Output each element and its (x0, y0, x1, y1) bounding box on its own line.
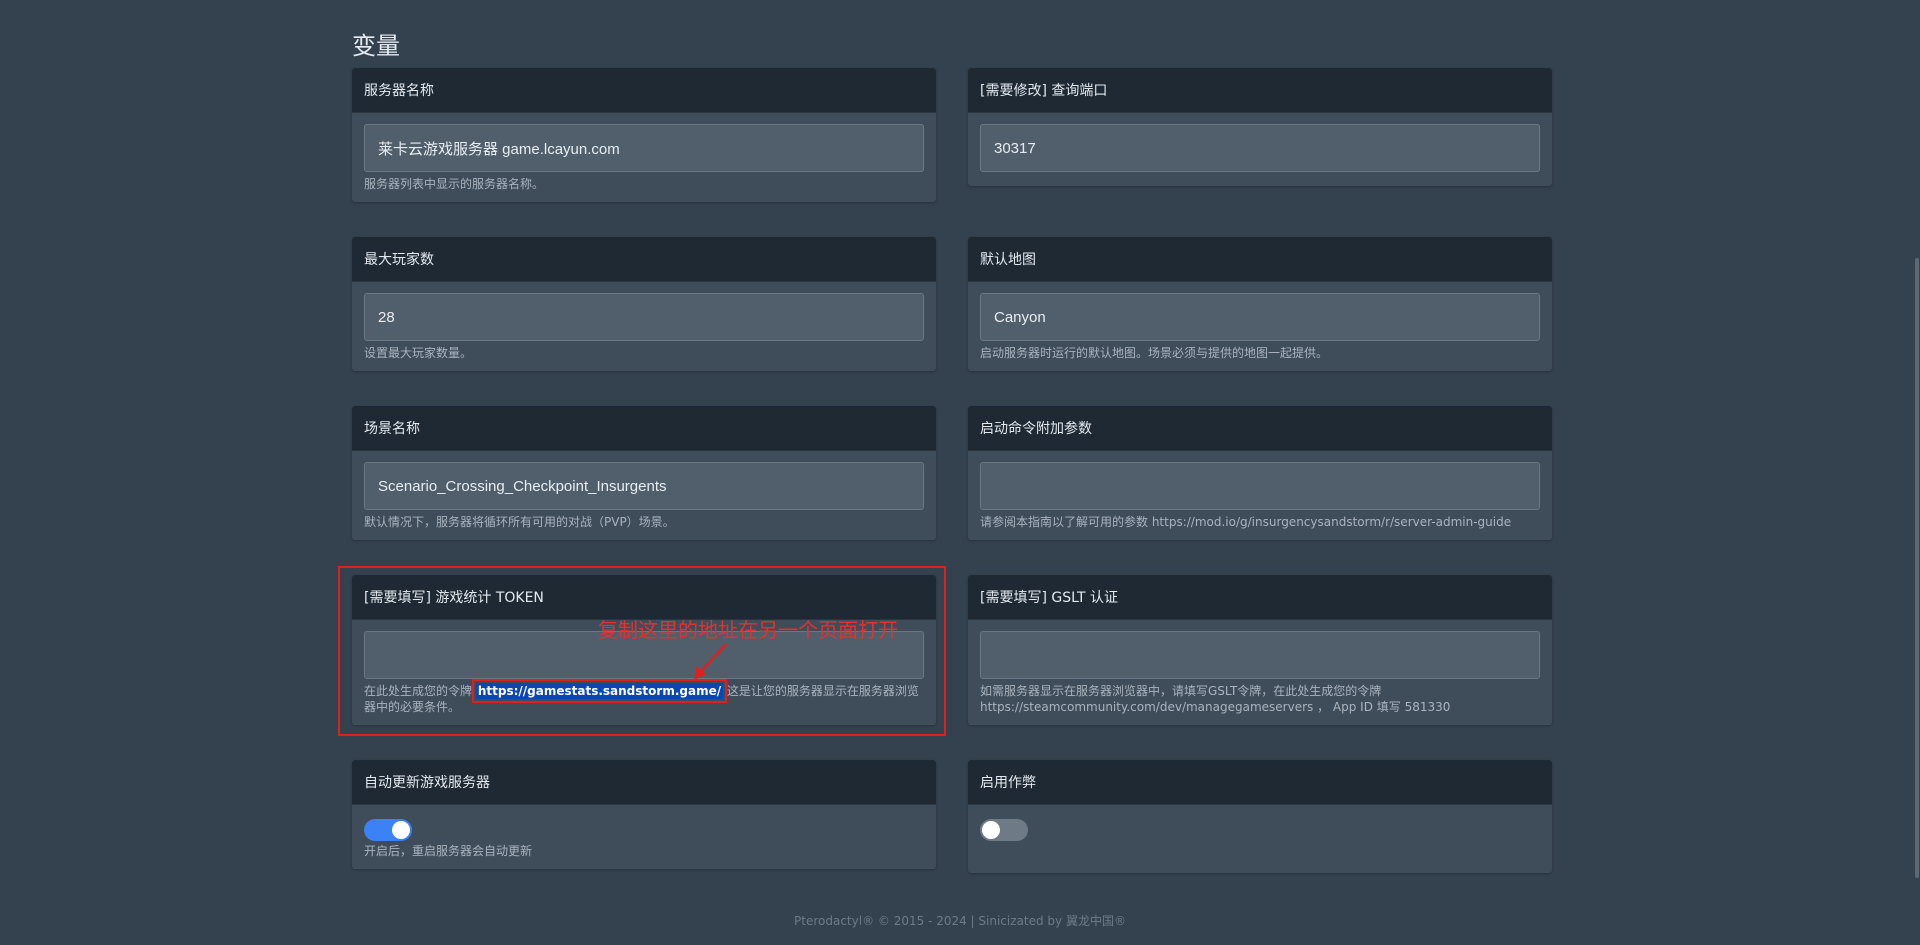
cheats-toggle[interactable] (980, 819, 1028, 841)
variable-card-max-players: 最大玩家数 设置最大玩家数量。 (352, 237, 936, 371)
variable-label: 最大玩家数 (352, 237, 936, 282)
variable-help: 启动服务器时运行的默认地图。场景必须与提供的地图一起提供。 (980, 346, 1329, 360)
query-port-input[interactable] (980, 124, 1540, 172)
footer: Pterodactyl® © 2015 - 2024 | Sinicizated… (794, 914, 1126, 928)
variable-card-gslt: [需要填写] GSLT 认证 如需服务器显示在服务器浏览器中，请填写GSLT令牌… (968, 575, 1552, 725)
variable-card-query-port: [需要修改] 查询端口 (968, 68, 1552, 186)
scrollbar-thumb[interactable] (1915, 258, 1919, 878)
server-name-input[interactable] (364, 124, 924, 172)
extra-args-input[interactable] (980, 462, 1540, 510)
variable-card-auto-update: 自动更新游戏服务器 开启后，重启服务器会自动更新 (352, 760, 936, 869)
variable-label: 自动更新游戏服务器 (352, 760, 936, 805)
help-prefix: 在此处生成您的令牌 (364, 684, 473, 698)
variable-label: [需要修改] 查询端口 (968, 68, 1552, 113)
scrollbar[interactable] (1912, 0, 1920, 945)
annotation-text: 复制这里的地址在另一个页面打开 (598, 618, 898, 642)
page-title: 变量 (352, 32, 400, 60)
variable-label: 默认地图 (968, 237, 1552, 282)
auto-update-toggle[interactable] (364, 819, 412, 841)
variable-card-cheats: 启用作弊 (968, 760, 1552, 873)
max-players-input[interactable] (364, 293, 924, 341)
variable-card-scenario-name: 场景名称 默认情况下，服务器将循环所有可用的对战（PVP）场景。 (352, 406, 936, 540)
variable-help: 如需服务器显示在服务器浏览器中，请填写GSLT令牌，在此处生成您的令牌 http… (980, 684, 1451, 714)
variable-label: 启用作弊 (968, 760, 1552, 805)
variable-card-extra-args: 启动命令附加参数 请参阅本指南以了解可用的参数 https://mod.io/g… (968, 406, 1552, 540)
variable-help: 开启后，重启服务器会自动更新 (364, 844, 533, 858)
scenario-name-input[interactable] (364, 462, 924, 510)
variable-help: 请参阅本指南以了解可用的参数 https://mod.io/g/insurgen… (980, 515, 1512, 529)
variable-help: 在此处生成您的令牌 https://gamestats.sandstorm.ga… (364, 679, 924, 715)
variable-card-server-name: 服务器名称 服务器列表中显示的服务器名称。 (352, 68, 936, 202)
variable-label: 场景名称 (352, 406, 936, 451)
variable-label: [需要填写] GSLT 认证 (968, 575, 1552, 620)
annotation-arrow-icon (694, 643, 727, 680)
variable-label: 启动命令附加参数 (968, 406, 1552, 451)
toggle-knob (982, 821, 1000, 839)
variable-label: 服务器名称 (352, 68, 936, 113)
default-map-input[interactable] (980, 293, 1540, 341)
gamestats-link[interactable]: https://gamestats.sandstorm.game/ (471, 679, 728, 703)
variable-help: 服务器列表中显示的服务器名称。 (364, 177, 545, 191)
toggle-knob (392, 821, 410, 839)
gslt-input[interactable] (980, 631, 1540, 679)
variable-card-default-map: 默认地图 启动服务器时运行的默认地图。场景必须与提供的地图一起提供。 (968, 237, 1552, 371)
variable-help: 默认情况下，服务器将循环所有可用的对战（PVP）场景。 (364, 515, 675, 529)
variable-help: 设置最大玩家数量。 (364, 346, 473, 360)
variable-card-gamestats-token: [需要填写] 游戏统计 TOKEN 在此处生成您的令牌 https://game… (352, 575, 936, 725)
